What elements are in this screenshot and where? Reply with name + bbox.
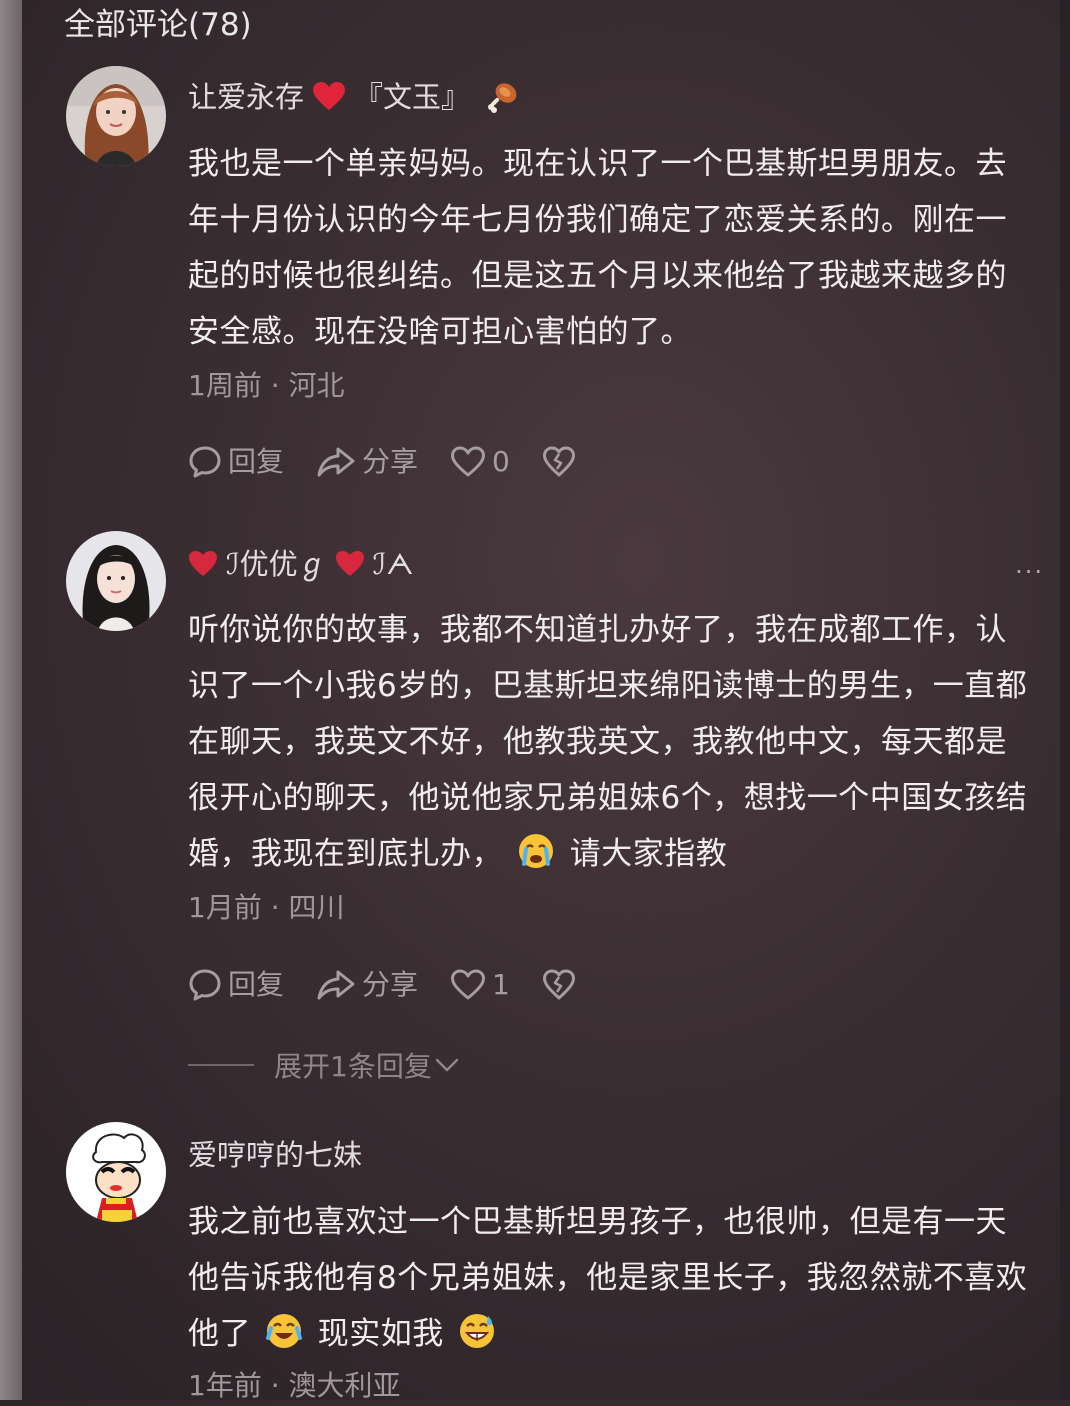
heart-icon <box>451 446 486 477</box>
comment-bubble-icon <box>189 446 221 478</box>
comment-text: 我也是一个单亲妈妈。现在认识了一个巴基斯坦男朋友。去年十月份认识的今年七月份我们… <box>188 146 1007 350</box>
comment-text-part: 听你说你的故事，我都不知道扎办好了，我在成都工作，认识了一个小我6岁的，巴基斯坦… <box>188 612 1028 872</box>
share-label: 分享 <box>362 968 419 1001</box>
share-button[interactable]: 分享 <box>316 442 418 482</box>
meta-separator: · <box>261 369 289 402</box>
chevron-down-icon <box>435 1058 459 1072</box>
reply-label: 回复 <box>228 968 285 1001</box>
red-heart-icon <box>313 82 346 110</box>
heart-icon <box>451 969 486 1000</box>
broken-heart-icon <box>542 446 575 477</box>
username-suffix: ℐᗅ <box>372 547 414 581</box>
heart-sticker-icon <box>335 551 364 576</box>
share-arrow-icon <box>317 970 355 1000</box>
meta-separator: · <box>261 891 289 924</box>
like-count: 0 <box>492 445 510 478</box>
comment-text: 听你说你的故事，我都不知道扎办好了，我在成都工作，认识了一个小我6岁的，巴基斯坦… <box>188 602 1033 882</box>
grinning-sweat-face-icon <box>460 1314 495 1348</box>
expand-label: 展开1条回复 <box>274 1050 432 1083</box>
comment-time: 1年前 <box>188 1369 262 1402</box>
comment-bubble-icon <box>189 969 221 1001</box>
comment-actions: 回复 分享 1 <box>188 965 608 1005</box>
comment-text-part: 我之前也喜欢过一个巴基斯坦男孩子，也很帅，但是有一天他告诉我他有8个兄弟姐妹，他… <box>188 1204 1028 1352</box>
comment-location: 澳大利亚 <box>288 1369 401 1402</box>
like-count: 1 <box>492 968 510 1001</box>
crying-face-icon <box>519 834 554 868</box>
dislike-button[interactable] <box>542 446 576 478</box>
more-options-button[interactable]: ··· <box>1015 558 1044 586</box>
right-edge-strip <box>1060 0 1070 1400</box>
comment-location: 河北 <box>288 369 345 402</box>
share-button[interactable]: 分享 <box>316 965 418 1005</box>
like-button[interactable]: 1 <box>450 965 510 1005</box>
username-suffix: 『文玉』 <box>354 80 471 114</box>
avatar[interactable] <box>66 66 166 166</box>
comment-author[interactable]: 爱哼哼的七妹 <box>188 1135 362 1175</box>
reply-label: 回复 <box>228 445 285 478</box>
comment-time: 1周前 <box>188 369 262 402</box>
like-button[interactable]: 0 <box>450 442 510 482</box>
avatar[interactable] <box>66 531 166 631</box>
share-arrow-icon <box>317 447 355 477</box>
left-edge-strip <box>0 0 22 1400</box>
comments-header: 全部评论(78) <box>64 7 252 43</box>
reply-button[interactable]: 回复 <box>188 965 284 1005</box>
comment-author[interactable]: ℐ优优ℊ ℐᗅ <box>188 544 414 584</box>
username: 爱哼哼的七妹 <box>188 1138 363 1172</box>
comment-text-part: 现实如我 <box>317 1316 444 1352</box>
reply-button[interactable]: 回复 <box>188 442 284 482</box>
share-label: 分享 <box>362 445 419 478</box>
expand-replies-button[interactable]: 展开1条回复 <box>188 1045 460 1085</box>
comment-actions: 回复 分享 0 <box>188 442 608 482</box>
tears-of-joy-face-icon <box>266 1314 303 1348</box>
comment-time: 1月前 <box>188 891 262 924</box>
comment-author[interactable]: 让爱永存 『文玉』 <box>188 77 520 117</box>
comment-meta: 1周前 · 河北 <box>188 366 345 406</box>
comment-meta: 1月前 · 四川 <box>188 888 345 928</box>
meta-separator: · <box>261 1369 289 1402</box>
comment-meta: 1年前 · 澳大利亚 <box>188 1366 401 1406</box>
expand-divider-line <box>188 1064 254 1066</box>
avatar[interactable] <box>66 1122 166 1222</box>
dislike-button[interactable] <box>542 969 576 1001</box>
heart-sticker-icon <box>189 551 217 576</box>
drumstick-icon <box>488 83 517 113</box>
comment-location: 四川 <box>288 891 345 924</box>
broken-heart-icon <box>542 969 575 1000</box>
comment-text: 我之前也喜欢过一个巴基斯坦男孩子，也很帅，但是有一天他告诉我他有8个兄弟姐妹，他… <box>188 1194 1033 1362</box>
username: 让爱永存 <box>188 80 305 114</box>
comment-text-part: 请大家指教 <box>569 836 728 872</box>
username: ℐ优优ℊ <box>226 547 327 581</box>
